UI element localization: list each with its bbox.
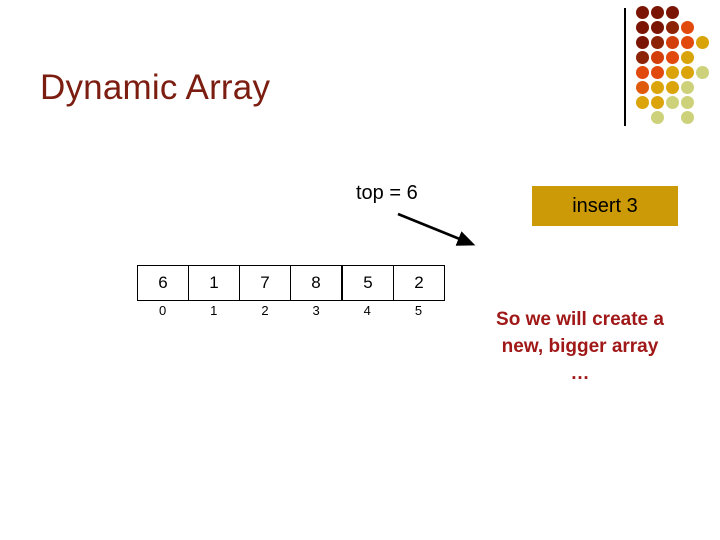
decorative-dot [681,81,694,94]
array-cell: 5 [341,265,394,301]
decorative-dot [651,111,664,124]
array-index-label: 2 [261,303,269,318]
decorative-dot [666,51,679,64]
decorative-dot [636,81,649,94]
decorative-dot [666,66,679,79]
decorative-dot [636,36,649,49]
decorative-dot [636,51,649,64]
decorative-dot [696,66,709,79]
array-index-label: 5 [414,303,423,318]
decorative-dot [681,66,694,79]
decorative-dot [651,66,664,79]
decorative-dot [651,21,664,34]
insert-operation-badge: insert 3 [532,186,678,226]
array-index-label: 4 [363,303,371,318]
page-title: Dynamic Array [40,68,271,107]
decorative-dot [651,81,664,94]
array-cell: 8 [290,265,343,301]
explanation-line-3: … [570,362,590,384]
decorative-dot [636,6,649,19]
decorative-dot [636,96,649,109]
decorative-dot [681,21,694,34]
decorative-dot [651,6,664,19]
array-index-row: 0 1 2 3 4 5 [137,303,444,318]
decorative-dot [651,96,664,109]
decorative-dot [681,36,694,49]
array-cell: 7 [239,265,291,301]
decorative-dot [681,51,694,64]
array-index-label: 1 [210,303,218,318]
decorative-dot [666,21,679,34]
top-pointer-label: top = 6 [356,182,418,204]
array-cells-table: 617852 [137,265,445,301]
array-index-label: 0 [158,303,167,318]
decorative-dot [636,66,649,79]
explanation-line-2: new, bigger array [501,335,659,357]
array-cell: 2 [393,265,445,301]
pointer-arrow-icon [397,212,476,246]
array-index-label: 3 [312,303,320,318]
decorative-dot [681,96,694,109]
decorative-dot [666,96,679,109]
array-cell: 1 [188,265,240,301]
decorative-dot [651,51,664,64]
decorative-dot [696,36,709,49]
decorative-dot [666,6,679,19]
decorative-dot [651,36,664,49]
decorative-dot [681,111,694,124]
vertical-divider-rule [624,8,626,126]
decorative-dot-grid [636,6,720,128]
explanation-text: So we will create a new, bigger array … [462,307,698,388]
decorative-dot [666,81,679,94]
decorative-dot [666,36,679,49]
insert-badge-label: insert 3 [572,194,638,217]
decorative-dot [636,21,649,34]
table-row: 617852 [137,265,445,301]
explanation-line-1: So we will create a [496,309,664,330]
array-cell: 6 [137,265,189,301]
